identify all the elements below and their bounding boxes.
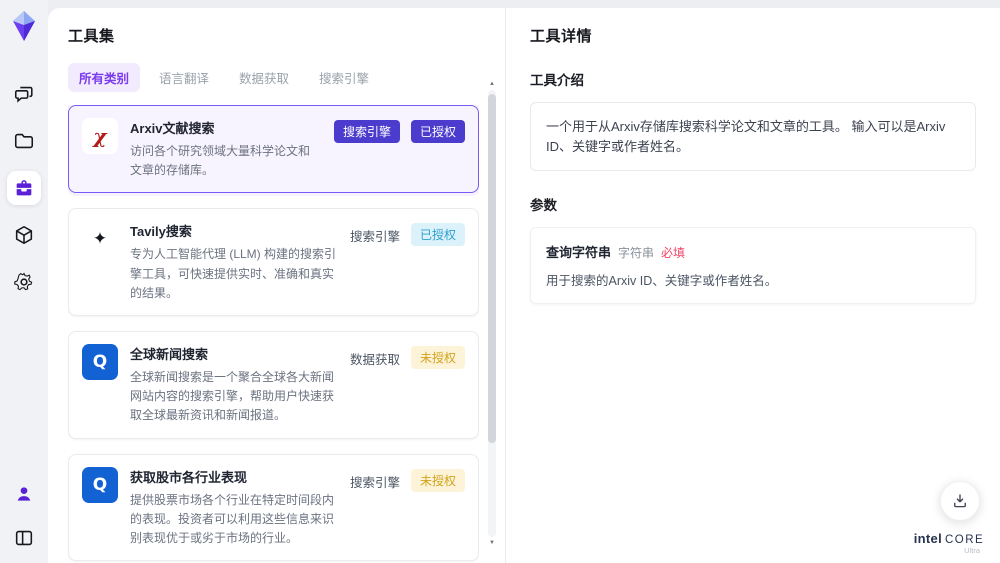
- tool-list-pane: 工具集 所有类别 语言翻译 数据获取 搜索引擎 χ Arxiv文献搜索 访问各个…: [48, 8, 505, 563]
- tab-all-categories[interactable]: 所有类别: [68, 63, 141, 92]
- brand-ultra-text: Ultra: [964, 546, 980, 556]
- tool-name: 全球新闻搜索: [130, 346, 209, 362]
- status-badge: 未授权: [410, 345, 465, 369]
- user-icon: [14, 484, 34, 504]
- brand-intel-text: intel: [913, 531, 942, 547]
- category-label: 搜索引擎: [349, 230, 400, 245]
- sidebar-item-collapse[interactable]: [7, 521, 41, 555]
- param-required-badge: 必填: [661, 246, 686, 260]
- sidebar-item-models[interactable]: [7, 218, 41, 252]
- detail-title: 工具详情: [530, 28, 593, 45]
- page-title: 工具集: [68, 28, 115, 45]
- sidebar-item-tools[interactable]: [7, 171, 41, 205]
- param-description: 用于搜索的Arxiv ID、关键字或作者姓名。: [546, 274, 778, 288]
- param-card: 查询字符串 字符串 必填 用于搜索的Arxiv ID、关键字或作者姓名。: [530, 227, 976, 304]
- tab-translation[interactable]: 语言翻译: [148, 63, 220, 92]
- scrollbar-track[interactable]: [488, 90, 496, 537]
- list-scrollbar: ▲ ▼: [487, 80, 497, 547]
- status-badge: 已授权: [410, 120, 465, 143]
- tool-name: 获取股市各行业表现: [130, 469, 248, 485]
- params-section-header: 参数: [530, 198, 557, 213]
- scrollbar-thumb[interactable]: [488, 94, 496, 443]
- tool-card-global-news[interactable]: Q 全球新闻搜索 全球新闻搜索是一个聚合全球各大新闻网站内容的搜索引擎，帮助用户…: [68, 330, 479, 439]
- tool-card-tavily[interactable]: ✦ Tavily搜索 专为人工智能代理 (LLM) 构建的搜索引擎工具，可快速提…: [68, 208, 479, 316]
- tool-description: 访问各个研究领域大量科学论文和文章的存储库。: [130, 144, 311, 178]
- tab-data-fetch[interactable]: 数据获取: [228, 63, 300, 92]
- stock-sector-icon: Q: [82, 466, 118, 503]
- rail-nav: [7, 77, 41, 299]
- status-badge: 未授权: [410, 468, 465, 492]
- main-content: 工具集 所有类别 语言翻译 数据获取 搜索引擎 χ Arxiv文献搜索 访问各个…: [48, 8, 1000, 563]
- app-window: 工具集 所有类别 语言翻译 数据获取 搜索引擎 χ Arxiv文献搜索 访问各个…: [0, 0, 1000, 563]
- sidebar-item-settings[interactable]: [7, 265, 41, 299]
- status-badge: 已授权: [410, 223, 465, 247]
- folder-icon: [13, 130, 35, 152]
- category-tabs: 所有类别 语言翻译 数据获取 搜索引擎: [68, 63, 479, 92]
- scroll-up-arrow[interactable]: ▲: [489, 80, 495, 88]
- tool-description: 提供股票市场各个行业在特定时间段内的表现。投资者可以利用这些信息来识别表现优于或…: [130, 492, 335, 545]
- tool-card-arxiv[interactable]: χ Arxiv文献搜索 访问各个研究领域大量科学论文和文章的存储库。 搜索引擎 …: [68, 105, 479, 194]
- intro-section-header: 工具介绍: [530, 73, 584, 88]
- brand-core-text: CORE: [945, 534, 985, 547]
- tool-name: Arxiv文献搜索: [130, 121, 215, 136]
- download-icon: [951, 492, 969, 510]
- sidebar-item-chat[interactable]: [7, 77, 41, 111]
- chat-icon: [13, 83, 35, 105]
- category-badge: 搜索引擎: [333, 120, 400, 143]
- left-rail: [0, 0, 48, 563]
- tool-intro-text: 一个用于从Arxiv存储库搜索科学论文和文章的工具。 输入可以是Arxiv ID…: [530, 102, 976, 171]
- toolbox-icon: [13, 177, 35, 199]
- category-label: 数据获取: [349, 352, 400, 367]
- intel-core-logo: intel CORE Ultra: [914, 532, 984, 555]
- tool-detail-pane: 工具详情 工具介绍 一个用于从Arxiv存储库搜索科学论文和文章的工具。 输入可…: [505, 8, 1000, 563]
- scroll-down-arrow[interactable]: ▼: [489, 539, 495, 547]
- category-label: 搜索引擎: [349, 475, 400, 490]
- rail-bottom: [7, 477, 41, 555]
- global-news-icon: Q: [82, 343, 118, 380]
- tool-description: 专为人工智能代理 (LLM) 构建的搜索引擎工具，可快速提供实时、准确和真实的结…: [130, 247, 337, 300]
- tool-card-stock-sector[interactable]: Q 获取股市各行业表现 提供股票市场各个行业在特定时间段内的表现。投资者可以利用…: [68, 453, 479, 562]
- tab-search-engine[interactable]: 搜索引擎: [308, 63, 380, 92]
- panel-icon: [13, 527, 35, 549]
- app-logo: [8, 9, 40, 43]
- cube-icon: [13, 224, 35, 246]
- sidebar-item-account[interactable]: [7, 477, 41, 511]
- tavily-icon: ✦: [82, 221, 118, 258]
- tool-description: 全球新闻搜索是一个聚合全球各大新闻网站内容的搜索引擎，帮助用户快速获取全球最新资…: [130, 369, 335, 423]
- param-name: 查询字符串: [546, 245, 612, 260]
- param-type: 字符串: [618, 246, 655, 260]
- download-button[interactable]: [940, 481, 980, 521]
- settings-icon: [13, 271, 35, 293]
- arxiv-icon: χ: [82, 118, 118, 154]
- tool-card-list: χ Arxiv文献搜索 访问各个研究领域大量科学论文和文章的存储库。 搜索引擎 …: [68, 105, 479, 563]
- tool-name: Tavily搜索: [130, 224, 192, 240]
- sidebar-item-files[interactable]: [7, 124, 41, 158]
